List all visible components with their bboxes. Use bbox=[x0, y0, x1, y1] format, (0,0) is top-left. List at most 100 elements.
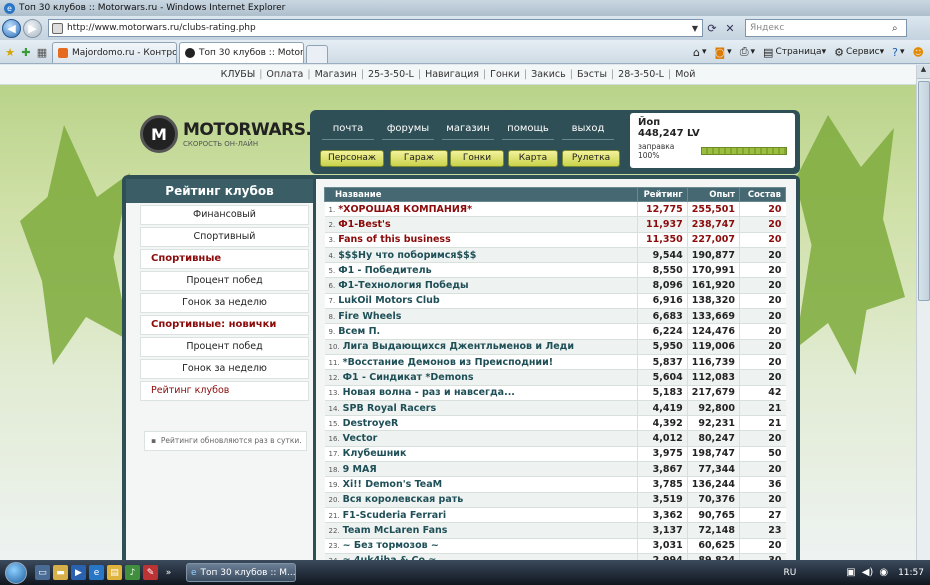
club-name-link[interactable]: Ф1-Технология Победы bbox=[338, 280, 468, 291]
back-arrow-icon[interactable]: ◀ bbox=[2, 18, 21, 38]
page-scrollbar[interactable]: ▲ bbox=[916, 65, 930, 560]
sidebar-item[interactable]: Гонок за неделю bbox=[140, 359, 309, 379]
show-desktop-icon[interactable]: ▭ bbox=[35, 565, 50, 580]
explorer-icon[interactable]: ▬ bbox=[53, 565, 68, 580]
club-name-link[interactable]: *ХОРОШАЯ КОМПАНИЯ* bbox=[338, 204, 472, 215]
sidebar-item[interactable]: Спортивный bbox=[140, 227, 309, 247]
col-header-rating[interactable]: Рейтинг bbox=[636, 187, 688, 202]
menu-forums-link[interactable]: форумы bbox=[382, 118, 434, 140]
club-name-link[interactable]: Ф1-Best's bbox=[338, 219, 390, 230]
quick-tabs-icon[interactable]: ▦ bbox=[34, 43, 50, 61]
club-name-link[interactable]: Вся королевская рать bbox=[343, 494, 464, 505]
scrollbar-thumb[interactable] bbox=[918, 81, 930, 301]
ie-quick-icon[interactable]: e bbox=[89, 565, 104, 580]
races-button[interactable]: Гонки bbox=[450, 150, 504, 167]
col-header-exp[interactable]: Опыт bbox=[686, 187, 741, 202]
tab-majordomo[interactable]: Majordomo.ru - Контроль... bbox=[52, 42, 177, 63]
start-button[interactable] bbox=[0, 560, 32, 585]
club-name-link[interactable]: DestroyeR bbox=[343, 418, 399, 429]
club-name-link[interactable]: Лига Выдающихся Джентльменов и Леди bbox=[343, 341, 574, 352]
chevron-down-icon[interactable]: ▼ bbox=[688, 24, 702, 33]
sidebar-item[interactable]: Процент побед bbox=[140, 337, 309, 357]
top-nav-link[interactable]: Оплата bbox=[266, 69, 303, 80]
stop-icon[interactable]: ✕ bbox=[721, 19, 739, 37]
club-name-link[interactable]: Fire Wheels bbox=[338, 311, 401, 322]
club-name-link[interactable]: Vector bbox=[343, 433, 378, 444]
help-icon[interactable]: ? ▾ bbox=[888, 46, 908, 59]
search-icon[interactable]: ⌕ bbox=[892, 23, 906, 34]
research-icon[interactable]: ☻ bbox=[909, 46, 930, 59]
overflow-icon[interactable]: » bbox=[161, 565, 176, 580]
rss-icon[interactable]: ◙ ▾ bbox=[710, 46, 735, 59]
club-name-link[interactable]: $$$Ну что поборимся$$$ bbox=[338, 250, 476, 261]
player-name[interactable]: Йоп bbox=[638, 117, 787, 128]
flash-icon[interactable]: ✎ bbox=[143, 565, 158, 580]
site-logo[interactable]: M MOTORWARS.RU СКОРОСТЬ ОН-ЛАЙН bbox=[140, 115, 338, 153]
scroll-up-icon[interactable]: ▲ bbox=[917, 65, 930, 79]
club-name-link[interactable]: Клубешник bbox=[343, 448, 407, 459]
sidebar-item[interactable]: Процент побед bbox=[140, 271, 309, 291]
character-button[interactable]: Персонаж bbox=[320, 150, 384, 167]
top-nav-link[interactable]: Бэсты bbox=[577, 69, 607, 80]
new-tab-button[interactable] bbox=[306, 45, 328, 63]
club-name-link[interactable]: F1-Scuderia Ferrari bbox=[343, 510, 446, 521]
tray-app-icon[interactable]: ◉ bbox=[879, 567, 888, 578]
service-menu-button[interactable]: ⚙ Сервис ▾ bbox=[830, 46, 888, 59]
club-name-link[interactable]: Новая волна - раз и навсегда... bbox=[343, 387, 515, 398]
sidebar-item[interactable]: Рейтинг клубов bbox=[140, 381, 309, 401]
top-nav-link[interactable]: 25-3-50-L bbox=[368, 69, 414, 80]
club-name-link[interactable]: Fans of this business bbox=[338, 234, 451, 245]
network-icon[interactable]: ▣ bbox=[846, 567, 855, 578]
menu-mail-link[interactable]: почта bbox=[322, 118, 374, 140]
page-menu-button[interactable]: ▤ Страница ▾ bbox=[759, 46, 830, 59]
menu-exit-link[interactable]: выход bbox=[562, 118, 614, 140]
garage-button[interactable]: Гараж bbox=[390, 150, 448, 167]
printer-icon[interactable]: ⎙ ▾ bbox=[736, 45, 759, 59]
club-name-link[interactable]: Team McLaren Fans bbox=[343, 525, 448, 536]
sidebar-item[interactable]: Финансовый bbox=[140, 205, 309, 225]
media-player-icon[interactable]: ▶ bbox=[71, 565, 86, 580]
club-name-link[interactable]: Xi!! Demon's TeaM bbox=[343, 479, 442, 490]
search-input[interactable]: Яндекс ⌕ bbox=[745, 19, 907, 37]
taskbar-ie-task[interactable]: e Топ 30 клубов :: М... bbox=[186, 563, 296, 582]
star-icon[interactable]: ★ bbox=[2, 43, 18, 61]
roulette-button[interactable]: Рулетка bbox=[562, 150, 620, 167]
top-nav-link[interactable]: Навигация bbox=[425, 69, 479, 80]
forward-arrow-icon[interactable]: ▶ bbox=[23, 18, 42, 38]
menu-shop-link[interactable]: магазин bbox=[442, 118, 494, 140]
home-icon[interactable]: ⌂ ▾ bbox=[689, 46, 711, 59]
club-name-link[interactable]: Всем П. bbox=[338, 326, 380, 337]
club-name-link[interactable]: ~ Без тормозов ~ bbox=[343, 540, 439, 551]
club-name-link[interactable]: Ф1 - Победитель bbox=[338, 265, 431, 276]
top-nav-link[interactable]: 28-3-50-L bbox=[618, 69, 664, 80]
address-url[interactable]: http://www.motorwars.ru/clubs-rating.php bbox=[67, 23, 688, 33]
folder-icon[interactable]: ▤ bbox=[107, 565, 122, 580]
address-input[interactable]: http://www.motorwars.ru/clubs-rating.php… bbox=[48, 19, 703, 37]
club-name-link[interactable]: LukOil Motors Club bbox=[338, 295, 440, 306]
top-nav-link[interactable]: Закись bbox=[531, 69, 566, 80]
fuel-bar-fill bbox=[701, 148, 786, 154]
top-nav-link[interactable]: Мой bbox=[675, 69, 695, 80]
top-nav-link[interactable]: Магазин bbox=[315, 69, 357, 80]
map-button[interactable]: Карта bbox=[508, 150, 558, 167]
top-nav-link[interactable]: КЛУБЫ bbox=[221, 69, 256, 80]
top-nav-link[interactable]: Гонки bbox=[490, 69, 520, 80]
media-icon[interactable]: ♪ bbox=[125, 565, 140, 580]
menu-help-link[interactable]: помощь bbox=[502, 118, 554, 140]
club-name-link[interactable]: Ф1 - Синдикат *Demons bbox=[343, 372, 474, 383]
club-name-link[interactable]: *Восстание Демонов из Преисподнии! bbox=[343, 357, 553, 368]
add-favorite-icon[interactable]: ✚ bbox=[18, 43, 34, 61]
clock[interactable]: 11:57 bbox=[898, 568, 924, 578]
club-name-link[interactable]: 9 МАЯ bbox=[343, 464, 377, 475]
search-placeholder[interactable]: Яндекс bbox=[750, 23, 892, 33]
col-header-members[interactable]: Состав bbox=[739, 187, 786, 202]
sidebar-item[interactable]: Гонок за неделю bbox=[140, 293, 309, 313]
volume-icon[interactable]: ◀) bbox=[862, 567, 874, 578]
refresh-icon[interactable]: ⟳ bbox=[703, 19, 721, 37]
page-icon: ▤ bbox=[763, 45, 774, 59]
col-header-name[interactable]: Название bbox=[324, 187, 638, 202]
club-name-link[interactable]: SPB Royal Racers bbox=[343, 403, 437, 414]
tab-motorwars[interactable]: Топ 30 клубов :: Motor... ✕ bbox=[179, 42, 304, 63]
club-members: 27 bbox=[739, 507, 786, 524]
language-indicator[interactable]: RU bbox=[783, 568, 796, 578]
